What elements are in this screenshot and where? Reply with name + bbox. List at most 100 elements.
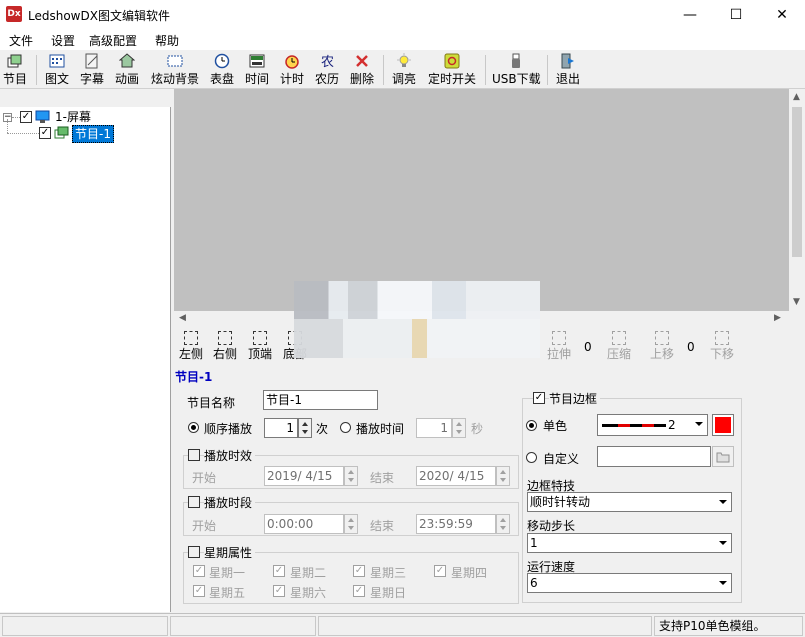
program-name-label: 节目名称 [187,396,236,410]
align-left-button[interactable]: 左侧 [178,331,204,362]
dynamic-background-icon [167,53,183,69]
validity-start-label: 开始 [192,471,217,485]
validity-checkbox[interactable] [188,449,200,461]
friday-checkbox[interactable]: ✓ [193,585,205,597]
validity-start-date[interactable]: 2019/ 4/15 [264,466,344,486]
stretch-value: 0 [584,340,592,354]
program-icon [7,53,23,69]
sequential-play-label: 顺序播放 [204,422,253,436]
toolbar-delete-button[interactable]: 删除 [348,53,376,87]
wednesday-checkbox[interactable]: ✓ [353,565,365,577]
border-color-button[interactable] [712,414,734,436]
border-checkbox[interactable]: ✓ [533,392,545,404]
program-name-input[interactable]: 节目-1 [263,390,378,410]
play-time-stepper[interactable] [452,418,466,438]
period-start-stepper[interactable] [344,514,358,534]
toolbar-usb-download-button[interactable]: USB下载 [492,53,541,87]
period-start-time[interactable]: 0:00:00 [264,514,344,534]
browse-button[interactable] [712,446,734,467]
menu-bar: 文件 设置 高级配置 帮助 [0,30,805,50]
sequential-play-radio[interactable] [188,422,199,433]
play-count-input[interactable]: 1 [264,418,298,438]
maximize-button[interactable]: ☐ [713,0,759,30]
toolbar-dynamic-bg-button[interactable]: 炫动背景 [148,53,202,87]
minimize-button[interactable]: — [667,0,713,30]
thursday-checkbox[interactable]: ✓ [434,565,446,577]
sunday-checkbox[interactable]: ✓ [353,585,365,597]
window-title: LedshowDX图文编辑软件 [28,9,170,23]
single-color-label: 单色 [543,419,568,433]
align-right-button[interactable]: 右侧 [212,331,238,362]
custom-border-input[interactable] [597,446,711,467]
image-text-icon [49,53,65,69]
menu-settings[interactable]: 设置 [51,32,75,49]
validity-end-date[interactable]: 2020/ 4/15 [416,466,496,486]
validity-end-stepper[interactable] [496,466,510,486]
program-checkbox[interactable]: ✓ [39,127,51,139]
monday-label: 星期一 [209,566,246,580]
saturday-checkbox[interactable]: ✓ [273,585,285,597]
period-checkbox[interactable] [188,496,200,508]
toolbar-timed-switch-button[interactable]: 定时开关 [425,53,479,87]
toolbar-image-text-button[interactable]: 图文 [43,53,71,87]
border-effect-select[interactable]: 顺时针转动 [527,492,732,512]
move-down-icon [715,331,729,345]
weekday-checkbox[interactable] [188,546,200,558]
menu-help[interactable]: 帮助 [155,32,179,49]
move-step-value: 1 [530,536,538,550]
move-up-button[interactable]: 上移 [647,331,677,362]
color-swatch [715,417,731,433]
scroll-thumb[interactable] [792,107,802,257]
friday-label: 星期五 [209,586,246,600]
play-count-stepper[interactable] [298,418,312,438]
period-end-time[interactable]: 23:59:59 [416,514,496,534]
run-speed-select[interactable]: 6 [527,573,732,593]
single-color-radio[interactable] [526,420,537,431]
screen-preview-canvas[interactable] [174,89,789,311]
toolbar-timer-button[interactable]: 计时 [278,53,306,87]
tree-node-program[interactable]: ✓ 节目-1 [0,119,171,144]
toolbar-subtitle-button[interactable]: 字幕 [78,53,106,87]
toolbar-program-button[interactable]: 节目 [2,53,28,87]
close-button[interactable]: ✕ [759,0,805,30]
scroll-down-icon[interactable]: ▼ [793,297,800,307]
stretch-button[interactable]: 拉伸 [544,331,574,362]
sunday-label: 星期日 [370,586,407,600]
title-bar: Dx LedshowDX图文编辑软件 — ☐ ✕ [0,0,805,30]
toolbar-separator [383,55,384,85]
play-time-input[interactable]: 1 [416,418,452,438]
menu-file[interactable]: 文件 [9,32,33,49]
move-down-button[interactable]: 下移 [707,331,737,362]
times-unit-label: 次 [316,422,329,436]
toolbar-exit-button[interactable]: 退出 [554,53,582,87]
period-end-stepper[interactable] [496,514,510,534]
status-message: 支持P10单色模组。 [654,616,803,636]
animation-icon [118,53,136,69]
custom-border-radio[interactable] [526,452,537,463]
chevron-down-icon [714,574,731,592]
program-tree: − ✓ 1-屏幕 ✓ 节目-1 [0,107,171,612]
toolbar-lunar-button[interactable]: 农 农历 [313,53,341,87]
toolbar-animation-button[interactable]: 动画 [113,53,141,87]
compress-icon [612,331,626,345]
line-style-select[interactable]: 2 [597,414,708,436]
move-step-select[interactable]: 1 [527,533,732,553]
menu-advanced[interactable]: 高级配置 [89,32,137,49]
validity-start-stepper[interactable] [344,466,358,486]
scroll-right-icon[interactable]: ▶ [774,313,781,323]
screen-checkbox[interactable]: ✓ [20,111,32,123]
scroll-left-icon[interactable]: ◀ [179,313,186,323]
tuesday-checkbox[interactable]: ✓ [273,565,285,577]
play-time-radio[interactable] [340,422,351,433]
monday-checkbox[interactable]: ✓ [193,565,205,577]
preview-vertical-scrollbar[interactable]: ▲ ▼ [789,89,805,311]
toolbar-brightness-button[interactable]: 调亮 [390,53,418,87]
align-top-button[interactable]: 顶端 [247,331,273,362]
period-start-label: 开始 [192,519,217,533]
compress-button[interactable]: 压缩 [604,331,634,362]
usb-icon [508,53,524,69]
scroll-up-icon[interactable]: ▲ [793,92,800,102]
toolbar-dial-button[interactable]: 表盘 [208,53,236,87]
toolbar-time-button[interactable]: 时间 [243,53,271,87]
program-icon [54,126,70,144]
